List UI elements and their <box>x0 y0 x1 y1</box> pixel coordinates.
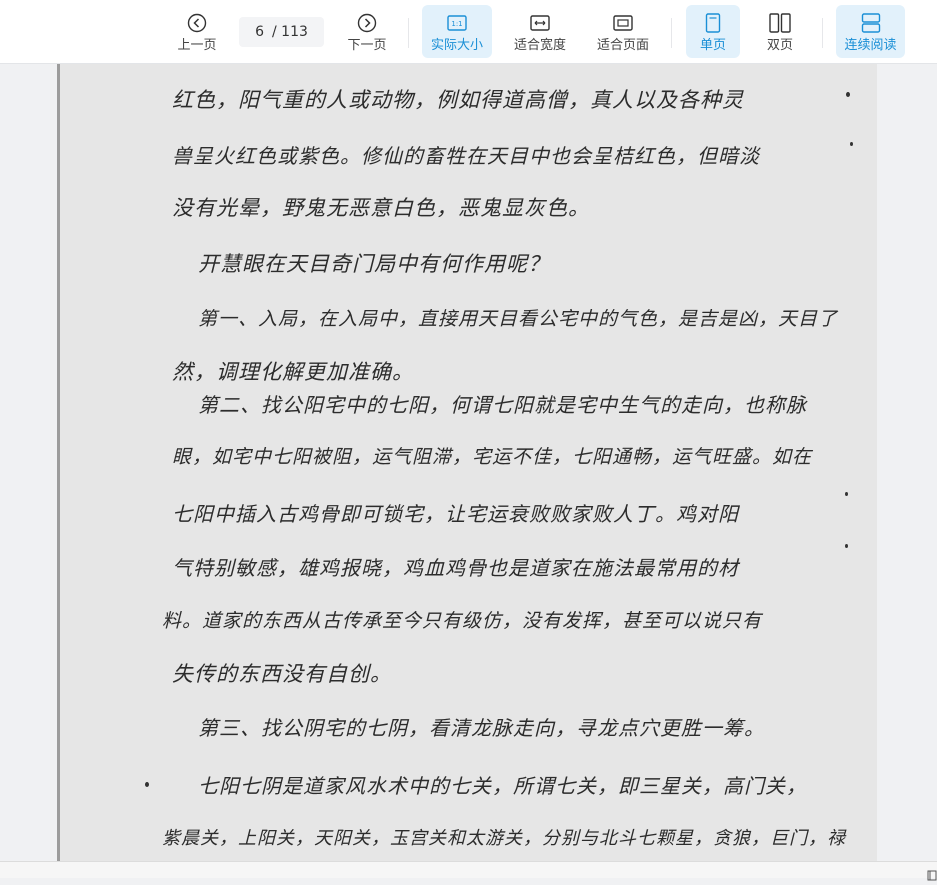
fit-width-icon <box>529 12 551 34</box>
double-page-label: 双页 <box>766 38 793 53</box>
toolbar: 上一页 6 / 113 下一页 1:1 实际大小 适合宽度 适合页面 单页 双页… <box>0 0 937 64</box>
single-page-icon <box>702 12 724 34</box>
status-bar <box>0 861 937 881</box>
fit-width-label: 适合宽度 <box>513 38 566 53</box>
svg-text:1:1: 1:1 <box>451 20 462 28</box>
text-line: 第二、找公阳宅中的七阳，何谓七阳就是宅中生气的走向，也称脉 <box>198 393 807 417</box>
next-page-button[interactable]: 下一页 <box>342 5 392 58</box>
next-page-label: 下一页 <box>347 38 387 53</box>
text-line: 失传的东西没有自创。 <box>172 662 392 686</box>
text-line: 兽呈火红色或紫色。修仙的畜牲在天目中也会呈桔红色，但暗淡 <box>172 144 760 168</box>
scan-speck <box>145 782 149 787</box>
chevron-right-circle-icon <box>356 12 378 34</box>
text-line: 第三、找公阴宅的七阴，看清龙脉走向，寻龙点穴更胜一筹。 <box>198 716 765 740</box>
text-line: 紫晨关，上阳关，天阳关，玉宫关和太游关，分别与北斗七颗星，贪狼，巨门，禄 <box>162 828 846 849</box>
toolbar-divider <box>671 18 672 48</box>
scan-speck <box>845 492 848 496</box>
double-page-button[interactable]: 双页 <box>753 5 807 58</box>
total-pages: / 113 <box>272 24 308 40</box>
scan-speck <box>846 92 850 97</box>
fit-page-label: 适合页面 <box>596 38 649 53</box>
current-page-input[interactable]: 6 <box>255 24 264 40</box>
document-page: 红色，阳气重的人或动物，例如得道高僧，真人以及各种灵 兽呈火红色或紫色。修仙的畜… <box>57 64 877 861</box>
text-line: 料。道家的东西从古传承至今只有级仿，没有发挥，甚至可以说只有 <box>162 610 763 632</box>
continuous-reading-label: 连续阅读 <box>844 38 897 53</box>
text-line: 开慧眼在天目奇门局中有何作用呢？ <box>198 252 550 276</box>
text-line: 红色，阳气重的人或动物，例如得道高僧，真人以及各种灵 <box>172 88 744 112</box>
page-edge-shadow <box>57 64 60 861</box>
text-line: 气特别敏感，雄鸡报晓，鸡血鸡骨也是道家在施法最常用的材 <box>172 556 739 580</box>
actual-size-button[interactable]: 1:1 实际大小 <box>422 5 492 58</box>
fit-page-icon <box>612 12 634 34</box>
toolbar-divider <box>822 18 823 48</box>
chevron-left-circle-icon <box>186 12 208 34</box>
actual-size-label: 实际大小 <box>430 38 483 53</box>
single-page-label: 单页 <box>699 38 726 53</box>
fit-page-button[interactable]: 适合页面 <box>588 5 658 58</box>
prev-page-label: 上一页 <box>177 38 217 53</box>
prev-page-button[interactable]: 上一页 <box>172 5 222 58</box>
panel-toggle-icon[interactable] <box>927 866 937 881</box>
text-line: 然，调理化解更加准确。 <box>172 360 414 384</box>
document-viewer[interactable]: 红色，阳气重的人或动物，例如得道高僧，真人以及各种灵 兽呈火红色或紫色。修仙的畜… <box>0 64 937 861</box>
continuous-reading-button[interactable]: 连续阅读 <box>836 5 905 58</box>
continuous-reading-icon <box>860 12 882 34</box>
scan-speck <box>845 544 848 548</box>
text-line: 七阳中插入古鸡骨即可锁宅，让宅运衰败败家败人丁。鸡对阳 <box>172 502 739 526</box>
toolbar-divider <box>408 18 409 48</box>
text-line: 七阳七阴是道家风水术中的七关，所谓七关，即三星关，高门关， <box>198 774 807 798</box>
page-number-field[interactable]: 6 / 113 <box>239 17 324 47</box>
double-page-icon <box>769 12 791 34</box>
fit-width-button[interactable]: 适合宽度 <box>505 5 575 58</box>
single-page-button[interactable]: 单页 <box>686 5 740 58</box>
text-line: 第一、入局，在入局中，直接用天目看公宅中的气色，是吉是凶，天目了 <box>198 308 839 330</box>
text-line: 没有光晕，野鬼无恶意白色，恶鬼显灰色。 <box>172 196 590 220</box>
scan-speck <box>850 142 853 146</box>
actual-size-icon: 1:1 <box>446 12 468 34</box>
text-line: 眼，如宅中七阳被阻，运气阻滞，宅运不佳，七阳通畅，运气旺盛。如在 <box>172 446 813 468</box>
